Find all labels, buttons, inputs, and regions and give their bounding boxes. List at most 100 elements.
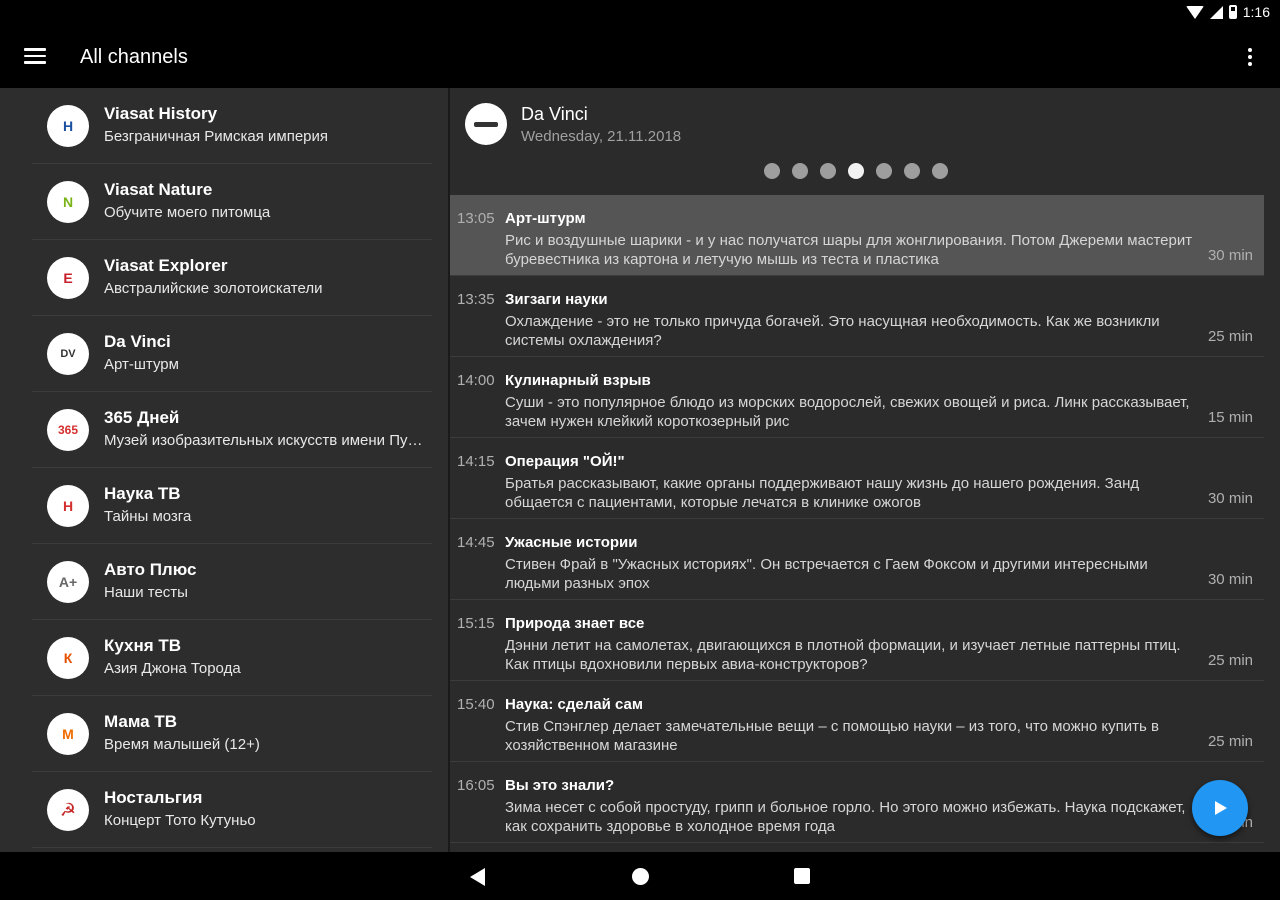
channel-current-program: Музей изобразительных искусств имени Пуш…	[104, 432, 429, 449]
channel-current-program: Концерт Тото Кутуньо	[104, 812, 256, 829]
program-time: 14:45	[457, 534, 495, 551]
recent-apps-icon[interactable]	[794, 868, 810, 884]
channel-logo: N	[47, 181, 89, 223]
channel-name: Авто Плюс	[104, 560, 197, 579]
channel-logo: М	[47, 713, 89, 755]
home-icon[interactable]	[632, 868, 649, 885]
channel-logo-text: М	[62, 726, 74, 742]
program-description: Зима несет с собой простуду, грипп и бол…	[505, 799, 1186, 835]
channel-logo-text: А+	[58, 574, 78, 590]
channel-name: Кухня ТВ	[104, 636, 182, 655]
program-row[interactable]: 14:15 Операция "ОЙ!" Братья рассказывают…	[450, 438, 1264, 519]
channel-current-program: Время малышей (12+)	[104, 736, 260, 753]
channel-logo: К	[47, 637, 89, 679]
program-time: 15:40	[457, 696, 495, 713]
channel-item[interactable]: N Viasat Nature Обучите моего питомца	[32, 164, 432, 240]
program-title: Наука: сделай сам	[505, 696, 643, 713]
channel-item[interactable]: H Viasat History Безграничная Римская им…	[32, 88, 432, 164]
play-icon[interactable]	[1192, 780, 1248, 836]
program-row[interactable]: 13:35 Зигзаги науки Охлаждение - это не …	[450, 276, 1264, 357]
program-duration: 25 min	[1207, 733, 1253, 750]
program-title: Вы это знали?	[505, 777, 615, 794]
channel-item[interactable]: 365 365 Дней Музей изобразительных искус…	[32, 392, 432, 468]
program-duration: 30 min	[1207, 571, 1253, 588]
back-icon[interactable]	[470, 868, 485, 886]
program-description: Братья рассказывают, какие органы поддер…	[505, 475, 1140, 511]
schedule-panel: Da Vinci Wednesday, 21.11.2018 13:05 Арт…	[450, 88, 1280, 852]
schedule-header: Da Vinci Wednesday, 21.11.2018	[450, 88, 1280, 195]
day-dot[interactable]	[904, 163, 920, 179]
channel-list: H Viasat History Безграничная Римская им…	[0, 88, 448, 852]
day-dot[interactable]	[932, 163, 948, 179]
menu-icon[interactable]	[24, 48, 46, 66]
channel-item[interactable]: E Viasat Explorer Австралийские золотоис…	[32, 240, 432, 316]
program-time: 16:05	[457, 777, 495, 794]
program-title: Ужасные истории	[505, 534, 638, 551]
channel-item[interactable]: ☭ Ностальгия Концерт Тото Кутуньо	[32, 772, 432, 848]
channel-item[interactable]: К Кухня ТВ Азия Джона Торода	[32, 620, 432, 696]
channel-current-program: Безграничная Римская империя	[104, 128, 329, 145]
channel-logo-text: DV	[60, 348, 76, 360]
program-time: 14:15	[457, 453, 495, 470]
program-description: Стивен Фрай в "Ужасных историях". Он вст…	[505, 556, 1148, 592]
program-time: 14:00	[457, 372, 495, 389]
channel-item[interactable]: Н Наука ТВ Тайны мозга	[32, 468, 432, 544]
day-dot[interactable]	[764, 163, 780, 179]
channel-name: Viasat History	[104, 104, 218, 123]
channel-item[interactable]: М Мама ТВ Время малышей (12+)	[32, 696, 432, 772]
program-description: Охлаждение - это не только причуда богач…	[505, 313, 1160, 349]
program-row[interactable]: 14:45 Ужасные истории Стивен Фрай в "Ужа…	[450, 519, 1264, 600]
program-description: Суши - это популярное блюдо из морских в…	[505, 394, 1190, 430]
more-vert-icon[interactable]	[1242, 48, 1258, 68]
program-row[interactable]: 14:00 Кулинарный взрыв Суши - это популя…	[450, 357, 1264, 438]
battery-icon	[1228, 5, 1237, 19]
program-row[interactable]: 13:05 Арт-штурм Рис и воздушные шарики -…	[450, 195, 1264, 276]
channel-logo-text: N	[62, 194, 74, 210]
channel-logo: DV	[47, 333, 89, 375]
app-bar: All channels	[0, 26, 1280, 88]
channel-name: Мама ТВ	[104, 712, 178, 731]
channel-current-program: Австралийские золотоискатели	[104, 280, 323, 297]
program-row[interactable]: 15:15 Природа знает все Дэнни летит на с…	[450, 600, 1264, 681]
channel-logo-text: ☭	[59, 799, 77, 820]
program-description: Дэнни летит на самолетах, двигающихся в …	[505, 637, 1181, 673]
day-dot[interactable]	[820, 163, 836, 179]
channel-current-program: Азия Джона Торода	[104, 660, 241, 677]
channel-current-program: Арт-штурм	[104, 356, 179, 373]
channel-logo-text: К	[63, 650, 73, 666]
program-title: Операция "ОЙ!"	[505, 453, 625, 470]
program-row[interactable]: 16:05 Вы это знали? Зима несет с собой п…	[450, 762, 1264, 843]
channel-item[interactable]: DV Da Vinci Арт-штурм	[32, 316, 432, 392]
day-dot[interactable]	[792, 163, 808, 179]
app-title: All channels	[80, 46, 188, 68]
day-dot[interactable]	[876, 163, 892, 179]
channel-logo-text: E	[63, 270, 73, 286]
program-time: 13:05	[457, 210, 495, 227]
program-duration: 15 min	[1207, 409, 1253, 426]
program-description: Стив Спэнглер делает замечательные вещи …	[505, 718, 1159, 754]
system-nav-bar	[0, 852, 1280, 900]
channel-name: Da Vinci	[104, 332, 171, 351]
program-title: Природа знает все	[505, 615, 645, 632]
signal-icon	[1209, 5, 1223, 19]
program-title: Кулинарный взрыв	[505, 372, 651, 389]
program-time: 15:15	[457, 615, 495, 632]
status-time: 1:16	[1242, 4, 1270, 20]
channel-logo: H	[47, 105, 89, 147]
schedule-date: Wednesday, 21.11.2018	[521, 128, 682, 145]
channel-name: 365 Дней	[104, 408, 180, 427]
channel-current-program: Тайны мозга	[104, 508, 192, 525]
channel-name: Viasat Explorer	[104, 256, 228, 275]
channel-current-program: Обучите моего питомца	[104, 204, 271, 221]
program-row[interactable]: 15:40 Наука: сделай сам Стив Спэнглер де…	[450, 681, 1264, 762]
channel-logo-text: 365	[57, 423, 79, 437]
channel-logo: 365	[47, 409, 89, 451]
program-description: Рис и воздушные шарики - и у нас получат…	[505, 232, 1193, 268]
status-icons: 1:16	[1185, 4, 1270, 20]
channel-logo: E	[47, 257, 89, 299]
channel-logo-text: Н	[62, 498, 74, 514]
program-duration: 30 min	[1207, 247, 1253, 264]
channel-item[interactable]: А+ Авто Плюс Наши тесты	[32, 544, 432, 620]
channel-logo-text: H	[62, 118, 74, 134]
day-dot-active[interactable]	[848, 163, 864, 179]
